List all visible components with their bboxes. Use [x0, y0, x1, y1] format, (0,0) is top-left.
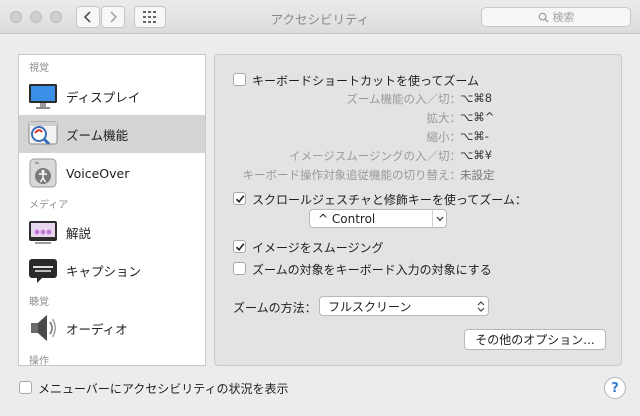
- search-icon: [538, 12, 549, 23]
- more-options-button[interactable]: その他のオプション...: [464, 329, 606, 350]
- up-down-arrows-icon: [474, 297, 488, 315]
- shortcut-label: キーボード操作対象追従機能の切り替え：: [242, 168, 462, 182]
- shortcut-label: 縮小：: [426, 130, 462, 144]
- search-field[interactable]: 検索: [481, 7, 631, 27]
- keyboard-shortcuts-checkbox[interactable]: [233, 73, 246, 86]
- shortcut-keys: 未設定: [460, 168, 495, 182]
- zoom-style-select[interactable]: フルスクリーン: [319, 296, 489, 316]
- chevron-down-icon: [432, 210, 446, 227]
- display-icon: [29, 84, 57, 109]
- search-placeholder: 検索: [552, 11, 575, 24]
- category-media: メディア: [29, 200, 69, 211]
- title-bar: アクセシビリティ 検索: [0, 0, 640, 34]
- sidebar-item-label: キャプション: [66, 263, 142, 279]
- sidebar-item-display[interactable]: ディスプレイ: [19, 77, 205, 115]
- sidebar-item-label: ズーム機能: [66, 127, 129, 143]
- sidebar-item-descriptions[interactable]: 解説: [19, 213, 205, 251]
- smooth-images-label: イメージをスムージング: [252, 241, 384, 255]
- sidebar[interactable]: 視覚 ディスプレイ ズーム機能 VoiceOver メディア 解説 キャプション…: [18, 54, 206, 366]
- shortcut-label: イメージスムージングの入／切：: [288, 149, 461, 163]
- shortcut-keys: ⌥⌘¥: [460, 148, 493, 162]
- shortcut-keys: ⌥⌘^: [460, 110, 495, 124]
- smooth-images-checkbox[interactable]: [233, 240, 246, 253]
- help-button[interactable]: ?: [604, 377, 626, 399]
- follow-focus-checkbox[interactable]: [233, 262, 246, 275]
- shortcut-keys: ⌥⌘8: [460, 91, 493, 105]
- show-menu-status-checkbox[interactable]: [19, 381, 32, 394]
- zoom-settings-panel: キーボードショートカットを使ってズーム ズーム機能の入／切： ⌥⌘8 拡大： ⌥…: [214, 54, 622, 366]
- scroll-gesture-checkbox[interactable]: [233, 192, 246, 205]
- voiceover-icon: [29, 158, 57, 188]
- sidebar-item-audio[interactable]: オーディオ: [19, 309, 205, 347]
- checkmark-icon: [235, 194, 244, 203]
- speaker-icon: [31, 315, 56, 341]
- sidebar-item-label: オーディオ: [66, 321, 128, 337]
- checkmark-icon: [235, 242, 244, 251]
- captions-icon: [29, 259, 57, 283]
- zoom-icon: [28, 121, 58, 146]
- shortcut-label: 拡大：: [426, 111, 462, 125]
- sidebar-item-label: ディスプレイ: [66, 89, 141, 105]
- sidebar-item-zoom[interactable]: ズーム機能: [19, 115, 205, 153]
- modifier-key-select[interactable]: ^ Control: [309, 209, 447, 228]
- keyboard-shortcuts-label: キーボードショートカットを使ってズーム: [252, 74, 480, 88]
- modifier-key-value: ^ Control: [318, 211, 376, 226]
- category-interaction: 操作: [29, 356, 49, 366]
- follow-focus-label: ズームの対象をキーボード入力の対象にする: [252, 263, 492, 277]
- sidebar-item-label: 解説: [66, 225, 92, 241]
- sidebar-item-voiceover[interactable]: VoiceOver: [19, 154, 205, 192]
- category-hearing: 聴覚: [29, 297, 49, 308]
- zoom-style-value: フルスクリーン: [328, 299, 412, 314]
- shortcut-label: ズーム機能の入／切：: [346, 92, 461, 106]
- sidebar-item-captions[interactable]: キャプション: [19, 251, 205, 289]
- scroll-gesture-label: スクロールジェスチャと修飾キーを使ってズーム：: [252, 193, 527, 207]
- shortcut-keys: ⌥⌘-: [460, 129, 489, 143]
- show-menu-status-label: メニューバーにアクセシビリティの状況を表示: [38, 382, 289, 396]
- category-vision: 視覚: [29, 63, 49, 74]
- zoom-style-label: ズームの方法：: [233, 301, 317, 315]
- descriptions-icon: [29, 221, 57, 244]
- sidebar-item-label: VoiceOver: [66, 165, 130, 181]
